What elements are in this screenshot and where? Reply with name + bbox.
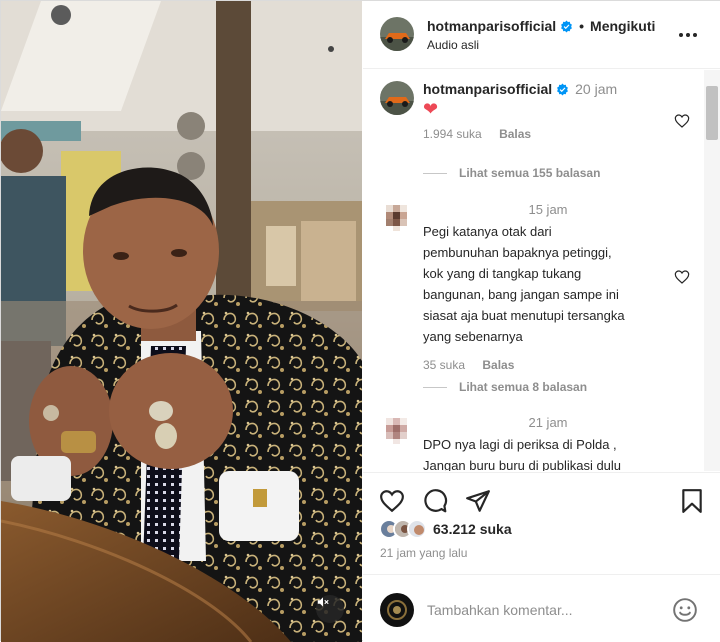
comment-icon[interactable] — [422, 488, 448, 514]
likes-summary[interactable]: 63.212 suka — [379, 519, 512, 539]
speaker-muted-icon — [317, 597, 329, 607]
scrollbar-thumb[interactable] — [706, 86, 718, 140]
following-button[interactable]: Mengikuti — [590, 18, 655, 34]
comment-like-heart-icon[interactable] — [674, 113, 690, 129]
post-timestamp[interactable]: 21 jam yang lalu — [380, 546, 467, 560]
comment-text: Pegi katanya otak dari pembunuhan bapakn… — [423, 224, 625, 344]
commenter-avatar[interactable] — [380, 201, 414, 235]
video-frame-illustration — [1, 1, 362, 642]
likes-count[interactable]: 63.212 suka — [433, 521, 512, 537]
current-user-avatar-image — [380, 593, 414, 627]
more-dot — [686, 33, 690, 37]
commenter-avatar[interactable] — [380, 414, 414, 448]
mute-button[interactable] — [316, 595, 344, 623]
see-replies-link[interactable]: Lihat semua 155 balasan — [423, 166, 600, 180]
heart-icon[interactable] — [379, 488, 405, 514]
commenter-avatar[interactable] — [380, 81, 414, 115]
liker-avatar-image — [409, 521, 425, 537]
comment-item: hotmanparisofficial 20 jam ❤ 1.994 suka … — [380, 81, 690, 161]
comment-username[interactable]: hotmanparisofficial — [423, 81, 552, 97]
share-icon[interactable] — [465, 488, 491, 514]
avatar-car-image — [380, 81, 414, 115]
comment-body: 21 jam DPO nya lagi di periksa di Polda … — [423, 414, 673, 471]
post-side-panel: hotmanparisofficial • Mengikuti Audio as… — [363, 1, 720, 642]
comment-time[interactable]: 15 jam — [423, 201, 673, 219]
comment-meta: 1.994 suka Balas — [423, 127, 673, 141]
comment-time[interactable]: 20 jam — [575, 81, 617, 97]
replies-line — [423, 172, 447, 174]
blurred-avatar-image — [380, 201, 414, 235]
more-dots-icon — [679, 33, 683, 37]
author-avatar[interactable] — [380, 17, 414, 51]
post-actions-bar — [363, 472, 720, 522]
add-comment-bar — [363, 574, 720, 642]
comments-list[interactable]: hotmanparisofficial 20 jam ❤ 1.994 suka … — [363, 70, 720, 471]
verified-badge-icon — [557, 83, 569, 95]
reply-button[interactable]: Balas — [499, 127, 531, 141]
see-replies-label: Lihat semua 8 balasan — [459, 380, 588, 394]
emoji-icon[interactable] — [672, 597, 698, 623]
comment-text: DPO nya lagi di periksa di Polda , Janga… — [423, 437, 622, 471]
replies-line — [423, 386, 447, 388]
post-dialog: hotmanparisofficial • Mengikuti Audio as… — [0, 0, 720, 642]
comment-body: 15 jam Pegi katanya otak dari pembunuhan… — [423, 201, 673, 372]
comment-text: ❤ — [423, 99, 439, 119]
audio-label[interactable]: Audio asli — [427, 38, 479, 52]
more-options-button[interactable] — [676, 25, 700, 45]
comment-item: 21 jam DPO nya lagi di periksa di Polda … — [380, 414, 690, 471]
verified-badge-icon — [561, 20, 573, 32]
author-line: hotmanparisofficial • Mengikuti — [427, 18, 655, 34]
comment-body: hotmanparisofficial 20 jam ❤ 1.994 suka … — [423, 81, 673, 141]
comment-header: hotmanparisofficial 20 jam — [423, 81, 673, 97]
separator-dot: • — [579, 18, 585, 34]
avatar-car-image — [380, 17, 414, 51]
current-user-avatar — [380, 593, 414, 627]
reply-button[interactable]: Balas — [482, 358, 514, 372]
comment-likes[interactable]: 35 suka — [423, 358, 465, 372]
see-replies-label: Lihat semua 155 balasan — [459, 166, 601, 180]
comment-time[interactable]: 21 jam — [423, 414, 673, 432]
author-username[interactable]: hotmanparisofficial — [427, 18, 556, 34]
more-dot — [693, 33, 697, 37]
comment-likes[interactable]: 1.994 suka — [423, 127, 482, 141]
see-replies-link[interactable]: Lihat semua 8 balasan — [423, 380, 587, 394]
comment-item: 15 jam Pegi katanya otak dari pembunuhan… — [380, 201, 690, 372]
comment-input[interactable] — [427, 599, 657, 621]
post-header: hotmanparisofficial • Mengikuti Audio as… — [363, 1, 720, 69]
comment-like-heart-icon[interactable] — [674, 269, 690, 285]
liker-avatar — [407, 519, 427, 539]
comment-meta: 35 suka Balas — [423, 358, 673, 372]
blurred-avatar-image — [380, 414, 414, 448]
post-video[interactable] — [1, 1, 362, 642]
bookmark-icon[interactable] — [679, 488, 705, 514]
